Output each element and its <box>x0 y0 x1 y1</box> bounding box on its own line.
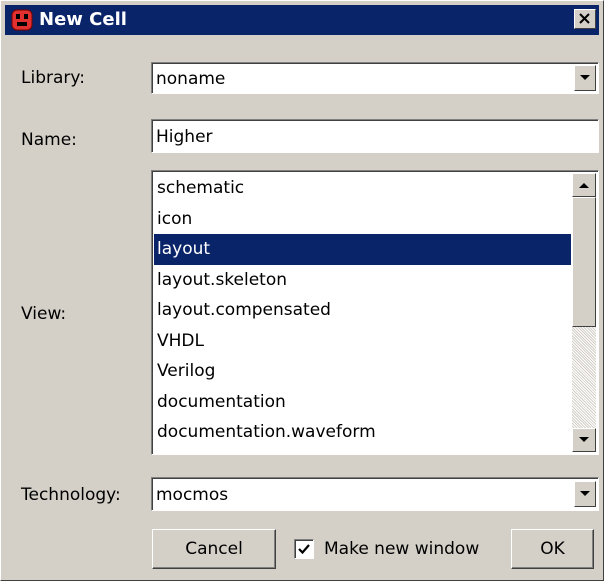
view-list-item[interactable]: schematic <box>154 173 571 204</box>
technology-dropdown-button[interactable] <box>574 481 596 507</box>
scroll-thumb[interactable] <box>572 197 596 327</box>
view-list-items: schematic icon layout layout.skeleton layout… <box>154 173 571 448</box>
view-label: View: <box>21 304 67 324</box>
new-cell-dialog: New Cell Library: noname Name: Higher Vi… <box>0 0 604 581</box>
arrow-up-icon <box>579 183 589 188</box>
close-icon <box>579 13 590 24</box>
chevron-down-icon <box>580 491 590 496</box>
make-new-window-checkbox[interactable] <box>294 539 314 559</box>
library-value: noname <box>156 69 226 89</box>
ok-button[interactable]: OK <box>511 529 594 569</box>
view-list-item[interactable]: documentation <box>154 387 571 418</box>
view-list-item[interactable]: icon <box>154 204 571 235</box>
arrow-down-icon <box>579 437 589 442</box>
scroll-down-button[interactable] <box>572 428 596 452</box>
name-input[interactable]: Higher <box>151 119 599 153</box>
view-list-item[interactable]: layout.skeleton <box>154 265 571 296</box>
checkmark-icon <box>298 544 310 555</box>
cancel-button[interactable]: Cancel <box>152 529 276 569</box>
technology-label: Technology: <box>21 485 121 505</box>
library-label: Library: <box>21 68 85 88</box>
view-list-scrollbar[interactable] <box>572 173 596 452</box>
close-button[interactable] <box>574 9 596 29</box>
title-bar[interactable]: New Cell <box>5 5 599 35</box>
view-list-item[interactable]: VHDL <box>154 326 571 357</box>
make-new-window-label: Make new window <box>324 539 480 559</box>
view-list[interactable]: schematic icon layout layout.skeleton layout… <box>151 170 599 455</box>
technology-value: mocmos <box>156 485 229 505</box>
name-label: Name: <box>21 130 77 150</box>
view-list-item[interactable]: Verilog <box>154 356 571 387</box>
window-title: New Cell <box>39 9 127 30</box>
view-list-item[interactable]: documentation.waveform <box>154 417 571 448</box>
technology-dropdown[interactable]: mocmos <box>151 477 599 511</box>
chevron-down-icon <box>580 75 590 80</box>
library-dropdown-button[interactable] <box>574 65 596 91</box>
name-value: Higher <box>156 127 213 147</box>
view-list-item[interactable]: layout <box>154 234 571 265</box>
scroll-up-button[interactable] <box>572 173 596 197</box>
electric-app-icon <box>11 9 33 31</box>
library-dropdown[interactable]: noname <box>151 62 599 94</box>
view-list-item[interactable]: layout.compensated <box>154 295 571 326</box>
